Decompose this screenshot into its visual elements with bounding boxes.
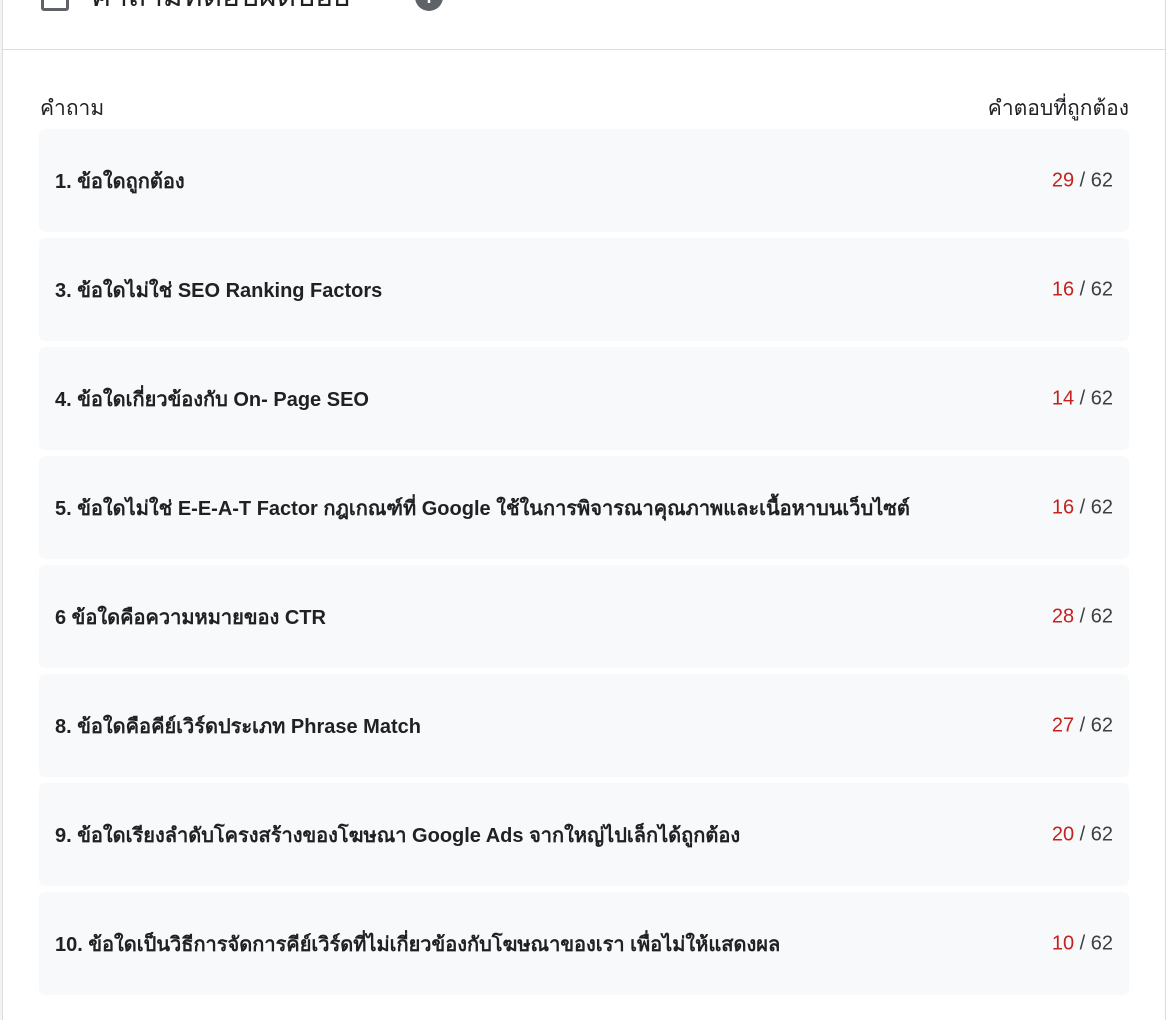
- question-text: 10. ข้อใดเป็นวิธีการจัดการคีย์เวิร์ดที่ไ…: [55, 933, 781, 956]
- correct-count: 16: [1051, 278, 1075, 300]
- correct-answer-count: 16 / 62: [1051, 278, 1113, 300]
- total-count: 62: [1090, 496, 1113, 518]
- card-header: คำถามที่ตอบผิดบ่อย i: [3, 0, 1165, 50]
- total-count: 62: [1090, 605, 1113, 627]
- correct-count: 14: [1051, 387, 1075, 409]
- question-row[interactable]: 1. ข้อใดถูกต้อง 29 / 62: [39, 129, 1129, 232]
- question-row[interactable]: 9. ข้อใดเรียงลำดับโครงสร้างของโฆษณา Goog…: [39, 783, 1129, 886]
- total-count: 62: [1090, 823, 1113, 845]
- question-text: 1. ข้อใดถูกต้อง: [55, 170, 185, 193]
- question-text: 3. ข้อใดไม่ใช่ SEO Ranking Factors: [55, 279, 383, 302]
- total-count: 62: [1090, 169, 1113, 191]
- question-column-header: คำถาม: [40, 97, 105, 120]
- question-text: 5. ข้อใดไม่ใช่ E-E-A-T Factor กฎเกณฑ์ที่…: [55, 497, 910, 520]
- list-icon: [41, 0, 69, 11]
- question-row[interactable]: 10. ข้อใดเป็นวิธีการจัดการคีย์เวิร์ดที่ไ…: [39, 892, 1129, 995]
- correct-count: 28: [1051, 605, 1075, 627]
- correct-count: 20: [1051, 823, 1075, 845]
- correct-count: 16: [1051, 496, 1075, 518]
- correct-count: 27: [1051, 714, 1075, 736]
- question-text: 6 ข้อใดคือความหมายของ CTR: [55, 606, 326, 629]
- question-row[interactable]: 5. ข้อใดไม่ใช่ E-E-A-T Factor กฎเกณฑ์ที่…: [39, 456, 1129, 559]
- frequently-missed-questions-card: คำถามที่ตอบผิดบ่อย i คำถาม คำตอบที่ถูกต้…: [2, 0, 1166, 1020]
- correct-answer-count: 14 / 62: [1051, 387, 1113, 409]
- question-row[interactable]: 4. ข้อใดเกี่ยวข้องกับ On- Page SEO 14 / …: [39, 347, 1129, 450]
- total-count: 62: [1090, 387, 1113, 409]
- correct-answer-count: 29 / 62: [1051, 169, 1113, 191]
- total-count: 62: [1090, 932, 1113, 954]
- column-headers: คำถาม คำตอบที่ถูกต้อง: [39, 92, 1129, 122]
- info-icon[interactable]: i: [415, 0, 443, 11]
- question-list: 1. ข้อใดถูกต้อง 29 / 62 3. ข้อใดไม่ใช่ S…: [39, 129, 1129, 1001]
- correct-answer-count: 20 / 62: [1051, 823, 1113, 845]
- correct-answer-count: 10 / 62: [1051, 932, 1113, 954]
- correct-answer-count: 16 / 62: [1051, 496, 1113, 518]
- question-text: 4. ข้อใดเกี่ยวข้องกับ On- Page SEO: [55, 388, 369, 411]
- card-title: คำถามที่ตอบผิดบ่อย: [91, 0, 351, 20]
- question-row[interactable]: 6 ข้อใดคือความหมายของ CTR 28 / 62: [39, 565, 1129, 668]
- correct-answer-column-header: คำตอบที่ถูกต้อง: [987, 97, 1129, 120]
- total-count: 62: [1090, 278, 1113, 300]
- question-text: 8. ข้อใดคือคีย์เวิร์ดประเภท Phrase Match: [55, 715, 421, 738]
- question-row[interactable]: 8. ข้อใดคือคีย์เวิร์ดประเภท Phrase Match…: [39, 674, 1129, 777]
- correct-count: 10: [1051, 932, 1075, 954]
- correct-count: 29: [1051, 169, 1075, 191]
- total-count: 62: [1090, 714, 1113, 736]
- question-row[interactable]: 3. ข้อใดไม่ใช่ SEO Ranking Factors 16 / …: [39, 238, 1129, 341]
- correct-answer-count: 27 / 62: [1051, 714, 1113, 736]
- correct-answer-count: 28 / 62: [1051, 605, 1113, 627]
- question-text: 9. ข้อใดเรียงลำดับโครงสร้างของโฆษณา Goog…: [55, 824, 741, 847]
